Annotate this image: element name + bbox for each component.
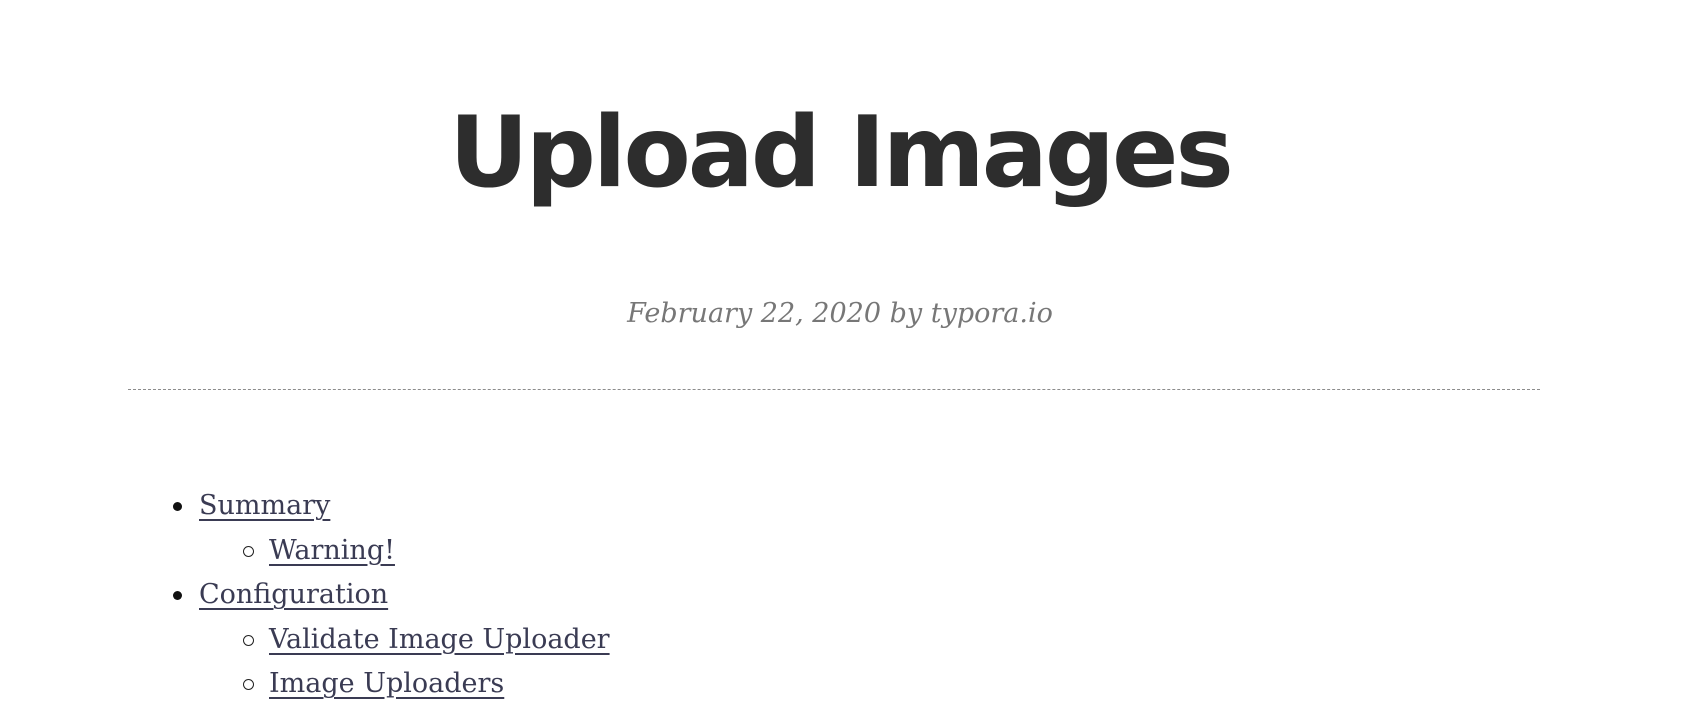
toc-link-configuration[interactable]: Configuration bbox=[199, 579, 388, 610]
post-date: February 22, 2020 bbox=[627, 298, 882, 329]
toc-link-warning[interactable]: Warning! bbox=[269, 535, 395, 566]
toc-link-image-uploaders[interactable]: Image Uploaders bbox=[269, 668, 504, 699]
toc-link-validate-image-uploader[interactable]: Validate Image Uploader bbox=[269, 624, 610, 655]
toc-item-warning: Warning! bbox=[0, 529, 610, 574]
page-title: Upload Images bbox=[449, 96, 1234, 210]
toc-item-configuration: Configuration bbox=[0, 573, 610, 618]
post-author: typora.io bbox=[930, 298, 1053, 329]
toc-item-image-uploaders: Image Uploaders bbox=[0, 662, 610, 703]
header-divider bbox=[128, 389, 1540, 390]
post-meta: February 22, 2020 by typora.io bbox=[0, 294, 1680, 334]
toc-item-summary: Summary bbox=[0, 484, 610, 529]
table-of-contents: Summary Warning! Configuration Validate … bbox=[0, 484, 610, 703]
toc-link-summary[interactable]: Summary bbox=[199, 490, 330, 521]
post-by-word: by bbox=[889, 298, 923, 329]
article-page: Upload Images February 22, 2020 by typor… bbox=[0, 0, 1690, 703]
toc-item-validate-image-uploader: Validate Image Uploader bbox=[0, 618, 610, 663]
